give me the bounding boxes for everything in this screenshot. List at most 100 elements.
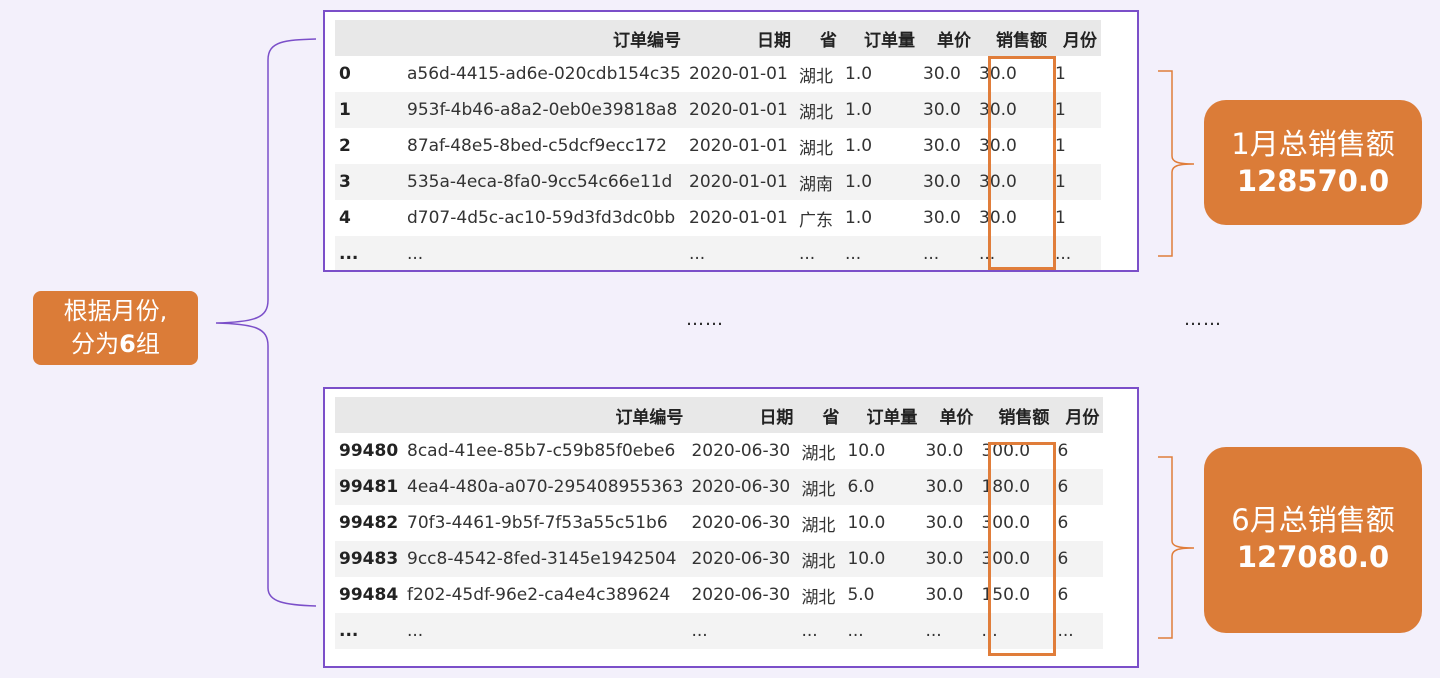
index-header <box>335 397 403 433</box>
table-cell: 2020-01-01 <box>685 92 795 128</box>
row-index: 99483 <box>335 541 403 577</box>
column-header: 月份 <box>1051 20 1101 56</box>
right-brace-month1 <box>1158 70 1195 257</box>
sales-column-highlight <box>988 442 1056 656</box>
table-cell: 湖北 <box>797 541 844 577</box>
table-cell: 6 <box>1053 469 1104 505</box>
table-cell: ... <box>687 613 798 649</box>
table-cell: 湖北 <box>797 433 844 469</box>
table-row: 1 953f-4b46-a8a2-0eb0e39818a8 2020-01-01 湖北… <box>335 92 1101 128</box>
table-cell: 30.0 <box>919 200 975 236</box>
row-index: 99480 <box>335 433 403 469</box>
table-cell: 30.0 <box>921 433 978 469</box>
table-cell: 2020-01-01 <box>685 56 795 92</box>
row-index: 3 <box>335 164 403 200</box>
table-cell: f202-45df-96e2-ca4e4c389624 <box>403 577 688 613</box>
column-header: 订单编号 <box>403 397 688 433</box>
row-index: 2 <box>335 128 403 164</box>
table-cell: 湖北 <box>797 505 844 541</box>
dataframe-month6-frame: 订单编号 日期省订单量 单价 销售额 月份 99480 8cad-41ee-85b7-c5… <box>323 387 1139 668</box>
index-header <box>335 20 403 56</box>
table-header-row: 订单编号 日期省订单量 单价 销售额 月份 <box>335 20 1101 56</box>
table-cell: 湖北 <box>795 92 841 128</box>
table-cell: ... <box>919 236 975 270</box>
ellipsis-middle: …… <box>686 309 724 330</box>
table-cell: 10.0 <box>843 505 922 541</box>
table-cell: 广东 <box>795 200 841 236</box>
table-cell: 30.0 <box>921 541 978 577</box>
table-cell: 30.0 <box>919 128 975 164</box>
table-cell: 8cad-41ee-85b7-c59b85f0ebe6 <box>403 433 688 469</box>
table-cell: ... <box>795 236 841 270</box>
table-cell: 2020-06-30 <box>687 541 798 577</box>
group-label-line2-suffix: 组 <box>135 330 160 358</box>
summary-month6-label: 6月总销售额 <box>1231 503 1395 537</box>
table-cell: 6 <box>1053 505 1104 541</box>
table-cell: ... <box>841 236 919 270</box>
table-cell: 1.0 <box>841 200 919 236</box>
table-cell: 87af-48e5-8bed-c5dcf9ecc172 <box>403 128 685 164</box>
group-label-line1: 根据月份, <box>63 297 168 325</box>
table-row: 0 a56d-4415-ad6e-020cdb154c35 2020-01-01 湖北… <box>335 56 1101 92</box>
table-cell: ... <box>843 613 922 649</box>
left-group-brace <box>215 38 317 607</box>
table-row: 2 87af-48e5-8bed-c5dcf9ecc172 2020-01-01 湖北… <box>335 128 1101 164</box>
table-cell: ... <box>685 236 795 270</box>
table-cell: 30.0 <box>921 469 978 505</box>
group-by-month-label: 根据月份, 分为6组 <box>33 291 198 365</box>
table-cell: 70f3-4461-9b5f-7f53a55c51b6 <box>403 505 688 541</box>
row-index: 0 <box>335 56 403 92</box>
table-cell: 1.0 <box>841 128 919 164</box>
table-cell: 1.0 <box>841 56 919 92</box>
table-cell: 1.0 <box>841 92 919 128</box>
summary-month1: 1月总销售额 128570.0 <box>1204 100 1422 225</box>
table-cell: ... <box>403 613 688 649</box>
table-cell: 30.0 <box>921 577 978 613</box>
table-cell: ... <box>1053 613 1104 649</box>
table-cell: 6 <box>1053 541 1104 577</box>
table-cell: 2020-06-30 <box>687 505 798 541</box>
table-cell: 1 <box>1051 200 1101 236</box>
table-cell: 6 <box>1053 577 1104 613</box>
summary-month1-label: 1月总销售额 <box>1231 127 1395 161</box>
sales-column-highlight <box>988 56 1056 270</box>
table-cell: d707-4d5c-ac10-59d3fd3dc0bb <box>403 200 685 236</box>
table-cell: 30.0 <box>919 92 975 128</box>
row-index: ... <box>335 236 403 270</box>
table-cell: 1 <box>1051 128 1101 164</box>
table-cell: 30.0 <box>921 505 978 541</box>
column-header: 订单量 <box>843 397 922 433</box>
table-cell: 2020-01-01 <box>685 128 795 164</box>
table-cell: 1 <box>1051 92 1101 128</box>
table-cell: 1 <box>1051 56 1101 92</box>
summary-month1-value: 128570.0 <box>1236 164 1390 198</box>
column-header: 日期 <box>687 397 798 433</box>
group-label-line2-prefix: 分为 <box>71 330 120 358</box>
table-cell: 2020-06-30 <box>687 469 798 505</box>
table-cell: 1 <box>1051 164 1101 200</box>
table-cell: ... <box>1051 236 1101 270</box>
table-cell: 30.0 <box>919 56 975 92</box>
summary-month6: 6月总销售额 127080.0 <box>1204 447 1422 633</box>
table-cell: 湖北 <box>797 577 844 613</box>
column-header: 单价 <box>921 397 978 433</box>
table-cell: 1.0 <box>841 164 919 200</box>
table-cell: 2020-01-01 <box>685 164 795 200</box>
table-header-row: 订单编号 日期省订单量 单价 销售额 月份 <box>335 397 1104 433</box>
table-cell: ... <box>797 613 844 649</box>
table-cell: 6.0 <box>843 469 922 505</box>
column-header: 订单编号 <box>403 20 685 56</box>
table-cell: ... <box>403 236 685 270</box>
row-index: 4 <box>335 200 403 236</box>
row-index: 99482 <box>335 505 403 541</box>
table-cell: ... <box>921 613 978 649</box>
table-cell: 湖南 <box>795 164 841 200</box>
table-cell: 2020-01-01 <box>685 200 795 236</box>
table-cell: 湖北 <box>797 469 844 505</box>
dataframe-month1: 订单编号 日期省订单量 单价 销售额 月份 0 a56d-4415-ad6e-020cdb… <box>335 20 1101 270</box>
table-cell: 30.0 <box>919 164 975 200</box>
table-cell: 9cc8-4542-8fed-3145e1942504 <box>403 541 688 577</box>
table-cell: 湖北 <box>795 128 841 164</box>
table-cell: 湖北 <box>795 56 841 92</box>
table-row: ........................ <box>335 236 1101 270</box>
